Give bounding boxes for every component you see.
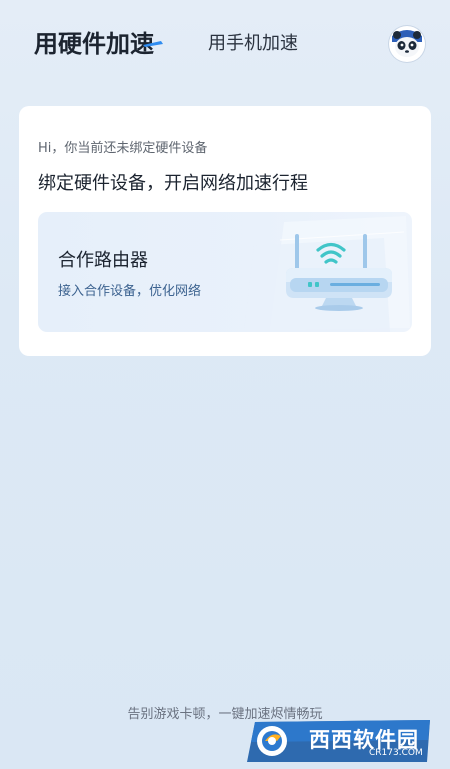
hardware-binding-card: Hi，你当前还未绑定硬件设备 绑定硬件设备，开启网络加速行程 合作路由器 接入合… — [19, 106, 431, 356]
watermark: 西西软件园 CR173.COM — [247, 720, 432, 762]
top-bar: 用硬件加速 用手机加速 — [0, 0, 450, 80]
router-subtitle: 接入合作设备，优化网络 — [58, 284, 202, 299]
active-tab-indicator — [143, 41, 163, 47]
avatar[interactable] — [389, 26, 425, 62]
router-title: 合作路由器 — [58, 250, 148, 271]
wifi-router-icon — [244, 216, 410, 332]
watermark-url: CR173.COM — [369, 748, 423, 758]
panda-avatar-icon — [390, 27, 424, 61]
tab-hardware-acceleration[interactable]: 用硬件加速 — [34, 24, 154, 59]
card-headline: 绑定硬件设备，开启网络加速行程 — [38, 173, 308, 194]
tab-phone-acceleration[interactable]: 用手机加速 — [208, 29, 298, 55]
partner-router-entry[interactable]: 合作路由器 接入合作设备，优化网络 — [38, 212, 412, 332]
greeting-text: Hi，你当前还未绑定硬件设备 — [38, 141, 208, 156]
